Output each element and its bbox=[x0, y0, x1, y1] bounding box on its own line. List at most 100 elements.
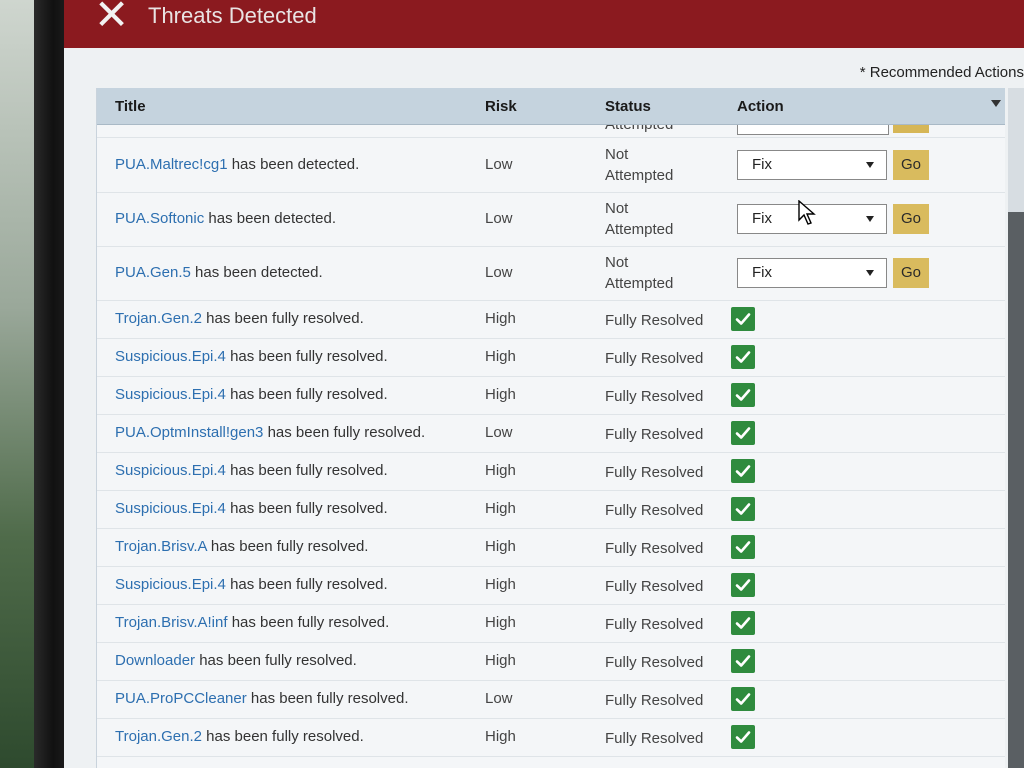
action-select[interactable]: Fix bbox=[737, 150, 887, 180]
status-text: Fully Resolved bbox=[605, 464, 704, 481]
column-header-risk[interactable]: Risk bbox=[485, 98, 517, 115]
scrollbar[interactable] bbox=[1008, 88, 1024, 768]
threat-title: Suspicious.Epi.4 has been fully resolved… bbox=[115, 576, 388, 593]
close-icon[interactable]: ✕ bbox=[94, 0, 134, 36]
status-text: Fully Resolved bbox=[605, 616, 704, 633]
checkmark-icon bbox=[731, 573, 755, 597]
threat-name-link[interactable]: Trojan.Gen.2 bbox=[115, 728, 202, 745]
status-text: Fully Resolved bbox=[605, 692, 704, 709]
status-text: Not Attempted bbox=[605, 144, 673, 186]
status-line: Not bbox=[605, 146, 629, 163]
table-header: Title Risk Status Action bbox=[97, 88, 1005, 125]
status-line: Not bbox=[605, 200, 629, 217]
threat-message: has been fully resolved. bbox=[230, 462, 388, 479]
checkmark-icon bbox=[731, 649, 755, 673]
threat-message: has been fully resolved. bbox=[230, 348, 388, 365]
checkmark-icon bbox=[731, 725, 755, 749]
status-line: Not bbox=[605, 254, 629, 271]
go-button[interactable]: Go bbox=[893, 204, 929, 234]
threat-name-link[interactable]: Suspicious.Epi.4 bbox=[115, 500, 226, 517]
threat-name-link[interactable]: PUA.ProPCCleaner bbox=[115, 690, 247, 707]
threat-name-link[interactable]: Trojan.Brisv.A bbox=[115, 538, 207, 555]
table-row: Suspicious.Epi.4 has been fully resolved… bbox=[97, 566, 1005, 605]
threat-name-link[interactable]: Suspicious.Epi.4 bbox=[115, 386, 226, 403]
status-line: Attempted bbox=[605, 275, 674, 292]
risk-level: Low bbox=[485, 210, 513, 227]
column-header-action[interactable]: Action bbox=[737, 98, 784, 115]
threat-message: has been fully resolved. bbox=[230, 576, 388, 593]
chevron-down-icon[interactable] bbox=[991, 100, 1001, 107]
table-row: PUA.Maltrec!cg1 has been detected. Low Not… bbox=[97, 138, 1005, 193]
status-line: Attempted bbox=[605, 221, 674, 238]
status-text: Fully Resolved bbox=[605, 426, 704, 443]
column-header-title[interactable]: Title bbox=[115, 98, 146, 115]
risk-level: High bbox=[485, 728, 516, 745]
threat-name-link[interactable]: PUA.OptmInstall!gen3 bbox=[115, 424, 263, 441]
checkmark-icon bbox=[731, 345, 755, 369]
go-button[interactable] bbox=[893, 125, 929, 133]
threat-message: has been fully resolved. bbox=[206, 310, 364, 327]
risk-level: Low bbox=[485, 690, 513, 707]
column-header-status[interactable]: Status bbox=[605, 98, 651, 115]
risk-level: High bbox=[485, 310, 516, 327]
threat-title: Trojan.Brisv.A!inf has been fully resolv… bbox=[115, 614, 389, 631]
recommended-actions-note: * Recommended Actions bbox=[859, 64, 1024, 81]
action-select[interactable] bbox=[737, 125, 889, 135]
threat-title: Suspicious.Epi.4 has been fully resolved… bbox=[115, 386, 388, 403]
threats-window: ✕ Threats Detected * Recommended Actions… bbox=[64, 0, 1024, 768]
chevron-down-icon bbox=[866, 270, 874, 276]
checkmark-icon bbox=[731, 459, 755, 483]
checkmark-icon bbox=[731, 421, 755, 445]
threat-message: has been fully resolved. bbox=[231, 614, 390, 631]
risk-level: High bbox=[485, 500, 516, 517]
threat-name-link[interactable]: Downloader bbox=[115, 652, 195, 669]
go-button[interactable]: Go bbox=[893, 150, 929, 180]
title-bar: ✕ Threats Detected bbox=[64, 0, 1024, 48]
status-text: Not Attempted bbox=[605, 252, 673, 294]
threat-message: has been fully resolved. bbox=[199, 652, 357, 669]
threat-message: has been fully resolved. bbox=[206, 728, 364, 745]
threat-message: has been detected. bbox=[231, 156, 360, 173]
status-text: Fully Resolved bbox=[605, 730, 704, 747]
status-text: Not Attempted bbox=[605, 198, 673, 240]
go-button[interactable]: Go bbox=[893, 258, 929, 288]
threat-name-link[interactable]: PUA.Gen.5 bbox=[115, 264, 191, 281]
risk-level: Low bbox=[485, 264, 513, 281]
threat-name-link[interactable]: Suspicious.Epi.4 bbox=[115, 348, 226, 365]
threat-title: PUA.ProPCCleaner has been fully resolved… bbox=[115, 690, 409, 707]
threat-title: PUA.Softonic has been detected. bbox=[115, 210, 336, 227]
threat-name-link[interactable]: PUA.Maltrec!cg1 bbox=[115, 156, 228, 173]
risk-level: High bbox=[485, 462, 516, 479]
table-row: Trojan.Gen.2 has been fully resolved. Hig… bbox=[97, 300, 1005, 339]
table-row: PUA.Gen.5 has been detected. Low Not Attemp… bbox=[97, 246, 1005, 301]
checkmark-icon bbox=[731, 307, 755, 331]
table-row: Downloader has been fully resolved. High F… bbox=[97, 642, 1005, 681]
status-text: Fully Resolved bbox=[605, 388, 704, 405]
table-row: Trojan.Gen.2 has been fully resolved. Hig… bbox=[97, 718, 1005, 757]
status-line: Attempted bbox=[605, 167, 674, 184]
threat-name-link[interactable]: PUA.Softonic bbox=[115, 210, 204, 227]
threat-name-link[interactable]: Suspicious.Epi.4 bbox=[115, 462, 226, 479]
window-title: Threats Detected bbox=[148, 3, 317, 28]
threat-title: Trojan.Gen.2 has been fully resolved. bbox=[115, 310, 364, 327]
chevron-down-icon bbox=[866, 216, 874, 222]
action-select-value: Fix bbox=[752, 210, 772, 227]
threat-title: PUA.Gen.5 has been detected. bbox=[115, 264, 323, 281]
threat-message: has been fully resolved. bbox=[230, 500, 388, 517]
threat-name-link[interactable]: Suspicious.Epi.4 bbox=[115, 576, 226, 593]
threat-name-link[interactable]: Trojan.Gen.2 bbox=[115, 310, 202, 327]
risk-level: High bbox=[485, 614, 516, 631]
action-select[interactable]: Fix bbox=[737, 258, 887, 288]
mouse-cursor-icon bbox=[798, 200, 816, 225]
threat-title: Suspicious.Epi.4 has been fully resolved… bbox=[115, 462, 388, 479]
threat-message: has been detected. bbox=[195, 264, 323, 281]
table-row: Trojan.Brisv.A!inf has been fully resolv… bbox=[97, 604, 1005, 643]
threats-table: Title Risk Status Action Attempted PUA.M… bbox=[96, 88, 1005, 768]
table-row: Suspicious.Epi.4 has been fully resolved… bbox=[97, 452, 1005, 491]
threat-message: has been fully resolved. bbox=[267, 424, 426, 441]
status-text: Attempted bbox=[605, 125, 673, 133]
table-row: PUA.Softonic has been detected. Low Not Att… bbox=[97, 192, 1005, 247]
scrollbar-thumb[interactable] bbox=[1008, 212, 1024, 768]
status-text: Fully Resolved bbox=[605, 654, 704, 671]
threat-name-link[interactable]: Trojan.Brisv.A!inf bbox=[115, 614, 228, 631]
